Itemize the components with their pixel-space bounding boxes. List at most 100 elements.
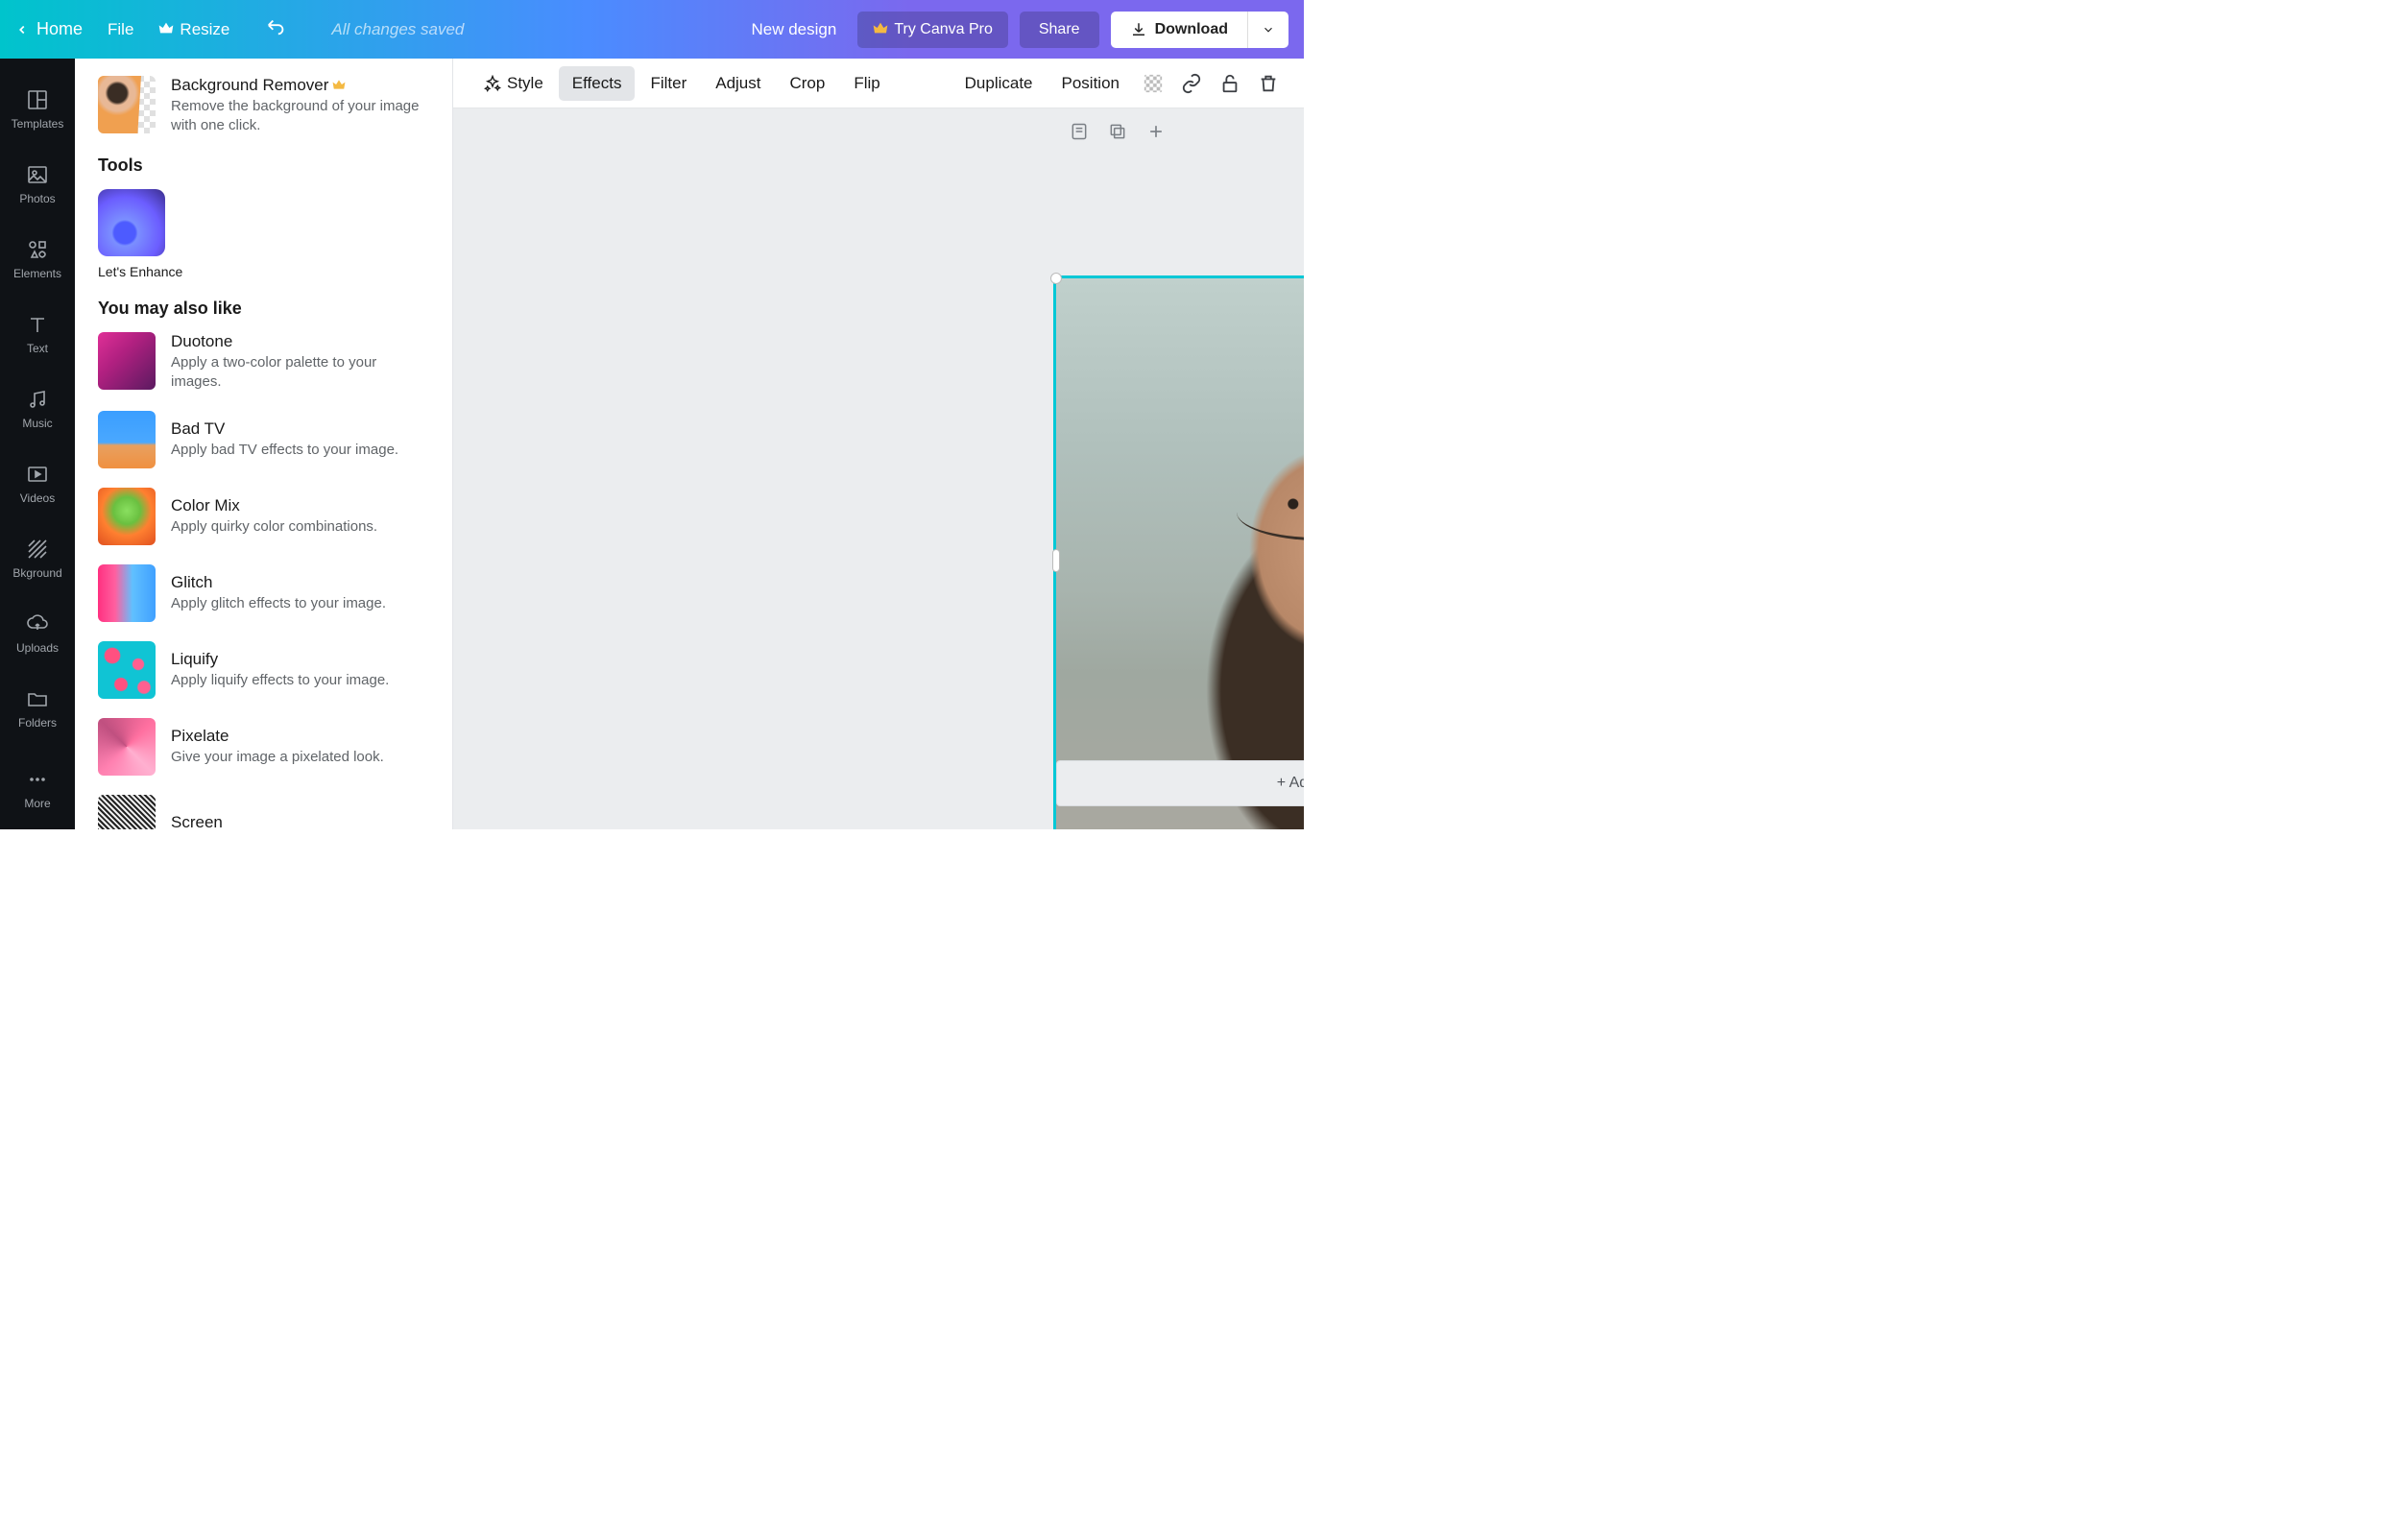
page-tools <box>1066 118 1169 145</box>
glitch-thumb <box>98 564 156 622</box>
new-design-button[interactable]: New design <box>741 20 846 39</box>
canvas-page[interactable] <box>1056 146 1304 712</box>
nav-elements[interactable]: Elements <box>0 222 75 297</box>
download-group: Download <box>1111 12 1288 48</box>
effect-desc: Remove the background of your image with… <box>171 97 429 136</box>
resize-handle-tl[interactable] <box>1050 273 1062 284</box>
canvas-area: Style Effects Filter Adjust Crop Flip Du… <box>452 59 1304 829</box>
lock-button[interactable] <box>1212 65 1248 102</box>
crown-icon <box>158 20 174 39</box>
nav-background[interactable]: Bkground <box>0 521 75 596</box>
home-label: Home <box>36 19 83 39</box>
canvas-toolbar: Style Effects Filter Adjust Crop Flip Du… <box>453 59 1304 108</box>
liquify-thumb <box>98 641 156 699</box>
chevron-left-icon <box>15 23 29 36</box>
main: Templates Photos Elements Text Music Vid… <box>0 59 1304 829</box>
nav-videos[interactable]: Videos <box>0 446 75 521</box>
canvas-viewport[interactable]: + Add a new page <box>453 108 1304 829</box>
also-like-heading: You may also like <box>98 299 429 319</box>
share-button[interactable]: Share <box>1020 12 1099 48</box>
resize-handle-l[interactable] <box>1052 549 1060 572</box>
colormix-thumb <box>98 488 156 545</box>
try-canva-pro-button[interactable]: Try Canva Pro <box>857 12 1008 48</box>
duplicate-page-button[interactable] <box>1104 118 1131 145</box>
add-new-page-bar[interactable]: + Add a new page <box>1056 760 1304 806</box>
style-button[interactable]: Style <box>470 66 557 101</box>
transparency-button[interactable] <box>1135 65 1171 102</box>
selected-image[interactable] <box>1053 275 1304 829</box>
sparkle-icon <box>484 75 501 92</box>
add-page-button[interactable] <box>1143 118 1169 145</box>
tools-heading: Tools <box>98 156 429 176</box>
plus-icon <box>1146 122 1166 141</box>
bg-remover-thumb <box>98 76 156 133</box>
chevron-down-icon <box>1262 23 1275 36</box>
uploads-icon <box>26 612 49 635</box>
effect-title: Background Remover <box>171 76 429 95</box>
duplicate-button[interactable]: Duplicate <box>951 66 1047 101</box>
tool-lets-enhance[interactable]: Let's Enhance <box>98 189 167 279</box>
enhance-thumb <box>98 189 165 256</box>
file-menu[interactable]: File <box>108 20 133 39</box>
download-button[interactable]: Download <box>1111 12 1248 48</box>
home-button[interactable]: Home <box>15 19 83 39</box>
duotone-thumb <box>98 332 156 390</box>
save-status: All changes saved <box>331 20 464 39</box>
badtv-thumb <box>98 411 156 468</box>
effect-background-remover[interactable]: Background Remover Remove the background… <box>98 76 429 136</box>
sidebar-nav: Templates Photos Elements Text Music Vid… <box>0 59 75 829</box>
videos-icon <box>26 463 49 486</box>
effects-button[interactable]: Effects <box>559 66 636 101</box>
effect-screen[interactable]: Screen <box>98 795 429 829</box>
lock-icon <box>1219 73 1240 94</box>
effect-duotone[interactable]: Duotone Apply a two-color palette to you… <box>98 332 429 393</box>
copy-icon <box>1108 122 1127 141</box>
trash-icon <box>1258 73 1279 94</box>
flip-button[interactable]: Flip <box>840 66 893 101</box>
nav-music[interactable]: Music <box>0 371 75 446</box>
crown-icon <box>332 78 346 93</box>
background-icon <box>26 538 49 561</box>
folders-icon <box>26 687 49 710</box>
crown-icon <box>873 21 888 37</box>
nav-uploads[interactable]: Uploads <box>0 596 75 671</box>
effect-color-mix[interactable]: Color Mix Apply quirky color combination… <box>98 488 429 545</box>
nav-text[interactable]: Text <box>0 297 75 371</box>
music-icon <box>26 388 49 411</box>
screen-thumb <box>98 795 156 829</box>
elements-icon <box>26 238 49 261</box>
text-icon <box>26 313 49 336</box>
header-left: Home File Resize All changes saved <box>15 16 464 42</box>
undo-button[interactable] <box>266 16 287 42</box>
effect-pixelate[interactable]: Pixelate Give your image a pixelated loo… <box>98 718 429 776</box>
effect-liquify[interactable]: Liquify Apply liquify effects to your im… <box>98 641 429 699</box>
effect-glitch[interactable]: Glitch Apply glitch effects to your imag… <box>98 564 429 622</box>
nav-more[interactable]: More <box>0 752 75 826</box>
notes-button[interactable] <box>1066 118 1093 145</box>
app-header: Home File Resize All changes saved New d… <box>0 0 1304 59</box>
effect-bad-tv[interactable]: Bad TV Apply bad TV effects to your imag… <box>98 411 429 468</box>
photos-icon <box>26 163 49 186</box>
adjust-button[interactable]: Adjust <box>702 66 774 101</box>
header-right: New design Try Canva Pro Share Download <box>741 12 1288 48</box>
position-button[interactable]: Position <box>1048 66 1133 101</box>
nav-photos[interactable]: Photos <box>0 147 75 222</box>
effects-panel: Background Remover Remove the background… <box>75 59 452 829</box>
notes-icon <box>1070 122 1089 141</box>
photo-content <box>1056 278 1304 829</box>
download-icon <box>1130 21 1147 38</box>
link-button[interactable] <box>1173 65 1210 102</box>
crop-button[interactable]: Crop <box>776 66 838 101</box>
filter-button[interactable]: Filter <box>637 66 700 101</box>
more-icon <box>26 768 49 791</box>
download-dropdown[interactable] <box>1248 12 1288 48</box>
templates-icon <box>26 88 49 111</box>
link-icon <box>1181 73 1202 94</box>
undo-icon <box>266 16 287 37</box>
pixelate-thumb <box>98 718 156 776</box>
resize-menu[interactable]: Resize <box>158 20 229 39</box>
nav-templates[interactable]: Templates <box>0 72 75 147</box>
delete-button[interactable] <box>1250 65 1287 102</box>
nav-folders[interactable]: Folders <box>0 671 75 746</box>
transparency-icon <box>1143 73 1164 94</box>
